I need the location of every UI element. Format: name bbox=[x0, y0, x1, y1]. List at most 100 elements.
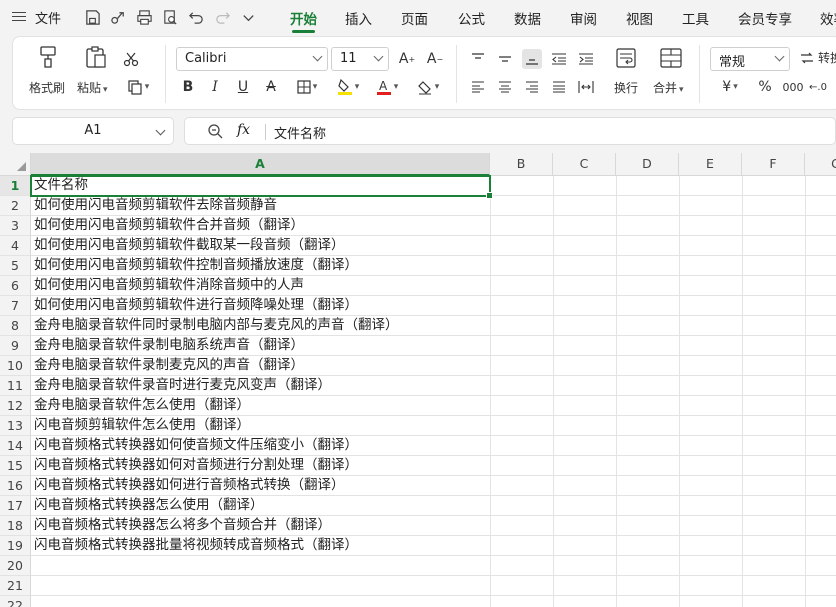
cell-a[interactable]: 如何使用闪电音频剪辑软件合并音频（翻译） bbox=[31, 216, 490, 236]
row-header[interactable]: 21 bbox=[0, 576, 31, 596]
column-header-b[interactable]: B bbox=[490, 153, 553, 176]
tab-home[interactable]: 开始 bbox=[290, 8, 317, 33]
underline-icon[interactable]: U bbox=[233, 77, 253, 97]
cell-a[interactable]: 金舟电脑录音软件录制麦克风的声音（翻译） bbox=[31, 356, 490, 376]
format-painter-label[interactable]: 格式刷 bbox=[29, 79, 65, 96]
cell-a[interactable]: 闪电音频格式转换器如何使音频文件压缩变小（翻译） bbox=[31, 436, 490, 456]
border-icon[interactable]: ▾ bbox=[291, 77, 323, 97]
align-top-icon[interactable] bbox=[468, 49, 488, 69]
cell-a[interactable]: 金舟电脑录音软件怎么使用（翻译） bbox=[31, 396, 490, 416]
tab-view[interactable]: 视图 bbox=[626, 8, 653, 28]
merge-label[interactable]: 合并 ▾ bbox=[653, 79, 684, 96]
merge-icon[interactable] bbox=[659, 47, 683, 69]
strikethrough-icon[interactable]: A bbox=[261, 77, 281, 97]
copy-icon[interactable]: ▾ bbox=[121, 77, 155, 97]
tab-insert[interactable]: 插入 bbox=[345, 8, 372, 28]
undo-icon[interactable] bbox=[186, 7, 206, 27]
increase-font-icon[interactable]: A + bbox=[397, 49, 417, 69]
decrease-font-icon[interactable]: A − bbox=[425, 49, 445, 69]
increase-indent-icon[interactable] bbox=[576, 49, 596, 69]
row-header[interactable]: 16 bbox=[0, 476, 31, 496]
redo-icon[interactable] bbox=[212, 7, 232, 27]
row-header[interactable]: 15 bbox=[0, 456, 31, 476]
name-box-dropdown-icon[interactable] bbox=[155, 125, 166, 136]
format-painter-icon[interactable] bbox=[35, 45, 61, 69]
cell-a[interactable]: 如何使用闪电音频剪辑软件截取某一段音频（翻译） bbox=[31, 236, 490, 256]
paste-icon[interactable] bbox=[83, 45, 109, 69]
align-right-icon[interactable] bbox=[522, 77, 542, 97]
row-header[interactable]: 14 bbox=[0, 436, 31, 456]
active-cell-a1[interactable] bbox=[30, 175, 493, 199]
cell-a[interactable]: 闪电音频格式转换器怎么使用（翻译） bbox=[31, 496, 490, 516]
cut-icon[interactable] bbox=[121, 49, 141, 69]
tab-data[interactable]: 数据 bbox=[514, 8, 541, 28]
row-header[interactable]: 22 bbox=[0, 596, 31, 607]
share-icon[interactable] bbox=[108, 7, 128, 27]
clear-format-icon[interactable]: ▾ bbox=[411, 77, 445, 97]
tab-review[interactable]: 审阅 bbox=[570, 8, 597, 28]
print-icon[interactable] bbox=[134, 7, 154, 27]
align-center-icon[interactable] bbox=[495, 77, 515, 97]
menu-icon[interactable] bbox=[12, 9, 26, 23]
row-header[interactable]: 4 bbox=[0, 236, 31, 256]
decimal-icon[interactable]: ←.0 bbox=[808, 77, 828, 97]
fx-icon[interactable]: fx bbox=[237, 122, 250, 138]
select-all-corner[interactable] bbox=[0, 153, 31, 176]
convert-button[interactable]: 转换 bbox=[799, 49, 836, 66]
currency-icon[interactable]: ¥ ▾ bbox=[713, 77, 747, 97]
thousands-icon[interactable]: 000 bbox=[783, 77, 804, 97]
cell-a[interactable] bbox=[31, 576, 490, 596]
cell-a[interactable]: 金舟电脑录音软件录制电脑系统声音（翻译） bbox=[31, 336, 490, 356]
decrease-indent-icon[interactable] bbox=[549, 49, 569, 69]
distribute-icon[interactable] bbox=[576, 77, 596, 97]
cell-a[interactable]: 闪电音频格式转换器如何对音频进行分割处理（翻译） bbox=[31, 456, 490, 476]
row-header[interactable]: 6 bbox=[0, 276, 31, 296]
row-header[interactable]: 13 bbox=[0, 416, 31, 436]
tab-member[interactable]: 会员专享 bbox=[738, 8, 792, 28]
zoom-icon[interactable] bbox=[207, 123, 223, 143]
cell-a[interactable]: 金舟电脑录音软件录音时进行麦克风变声（翻译） bbox=[31, 376, 490, 396]
column-header-c[interactable]: C bbox=[553, 153, 616, 176]
name-box[interactable]: A1 bbox=[12, 117, 174, 145]
align-left-icon[interactable] bbox=[468, 77, 488, 97]
row-header[interactable]: 10 bbox=[0, 356, 31, 376]
fill-color-icon[interactable]: ▾ bbox=[331, 77, 365, 97]
number-format-select[interactable]: 常规 bbox=[710, 47, 790, 71]
cell-a[interactable] bbox=[31, 596, 490, 607]
quick-access-dropdown-icon[interactable] bbox=[238, 7, 258, 27]
row-header[interactable]: 1 bbox=[0, 176, 31, 196]
tab-page[interactable]: 页面 bbox=[401, 8, 428, 28]
cell-a[interactable]: 闪电音频格式转换器如何进行音频格式转换（翻译） bbox=[31, 476, 490, 496]
wrap-text-label[interactable]: 换行 bbox=[614, 79, 638, 96]
row-header[interactable]: 12 bbox=[0, 396, 31, 416]
column-header-d[interactable]: D bbox=[616, 153, 679, 176]
font-color-icon[interactable]: A ▾ bbox=[370, 77, 404, 97]
cell-a[interactable]: 闪电音频剪辑软件怎么使用（翻译） bbox=[31, 416, 490, 436]
wrap-text-icon[interactable] bbox=[615, 47, 637, 69]
paste-label[interactable]: 粘贴 ▾ bbox=[77, 79, 108, 96]
row-header[interactable]: 19 bbox=[0, 536, 31, 556]
font-name-select[interactable]: Calibri bbox=[176, 47, 328, 71]
cell-a[interactable]: 如何使用闪电音频剪辑软件进行音频降噪处理（翻译） bbox=[31, 296, 490, 316]
formula-value[interactable]: 文件名称 bbox=[274, 123, 326, 142]
justify-icon[interactable] bbox=[549, 77, 569, 97]
row-header[interactable]: 2 bbox=[0, 196, 31, 216]
column-header-f[interactable]: F bbox=[742, 153, 805, 176]
column-header-e[interactable]: E bbox=[679, 153, 742, 176]
percent-icon[interactable]: % bbox=[755, 77, 775, 97]
save-icon[interactable] bbox=[82, 7, 102, 27]
italic-icon[interactable]: I bbox=[205, 77, 225, 97]
print-preview-icon[interactable] bbox=[160, 7, 180, 27]
cell-a[interactable]: 金舟电脑录音软件同时录制电脑内部与麦克风的声音（翻译） bbox=[31, 316, 490, 336]
formula-input[interactable]: fx 文件名称 bbox=[184, 117, 836, 145]
row-header[interactable]: 9 bbox=[0, 336, 31, 356]
row-header[interactable]: 5 bbox=[0, 256, 31, 276]
column-header-g[interactable]: G bbox=[805, 153, 836, 176]
spreadsheet-grid[interactable]: A B C D E F G 1文件名称2如何使用闪电音频剪辑软件去除音频静音3如… bbox=[0, 153, 836, 607]
font-size-select[interactable]: 11 bbox=[331, 47, 389, 71]
cell-a[interactable]: 闪电音频格式转换器批量将视频转成音频格式（翻译） bbox=[31, 536, 490, 556]
align-bottom-icon[interactable] bbox=[522, 49, 542, 69]
tab-efficiency[interactable]: 效率 bbox=[820, 8, 836, 28]
row-header[interactable]: 7 bbox=[0, 296, 31, 316]
align-middle-icon[interactable] bbox=[495, 49, 515, 69]
